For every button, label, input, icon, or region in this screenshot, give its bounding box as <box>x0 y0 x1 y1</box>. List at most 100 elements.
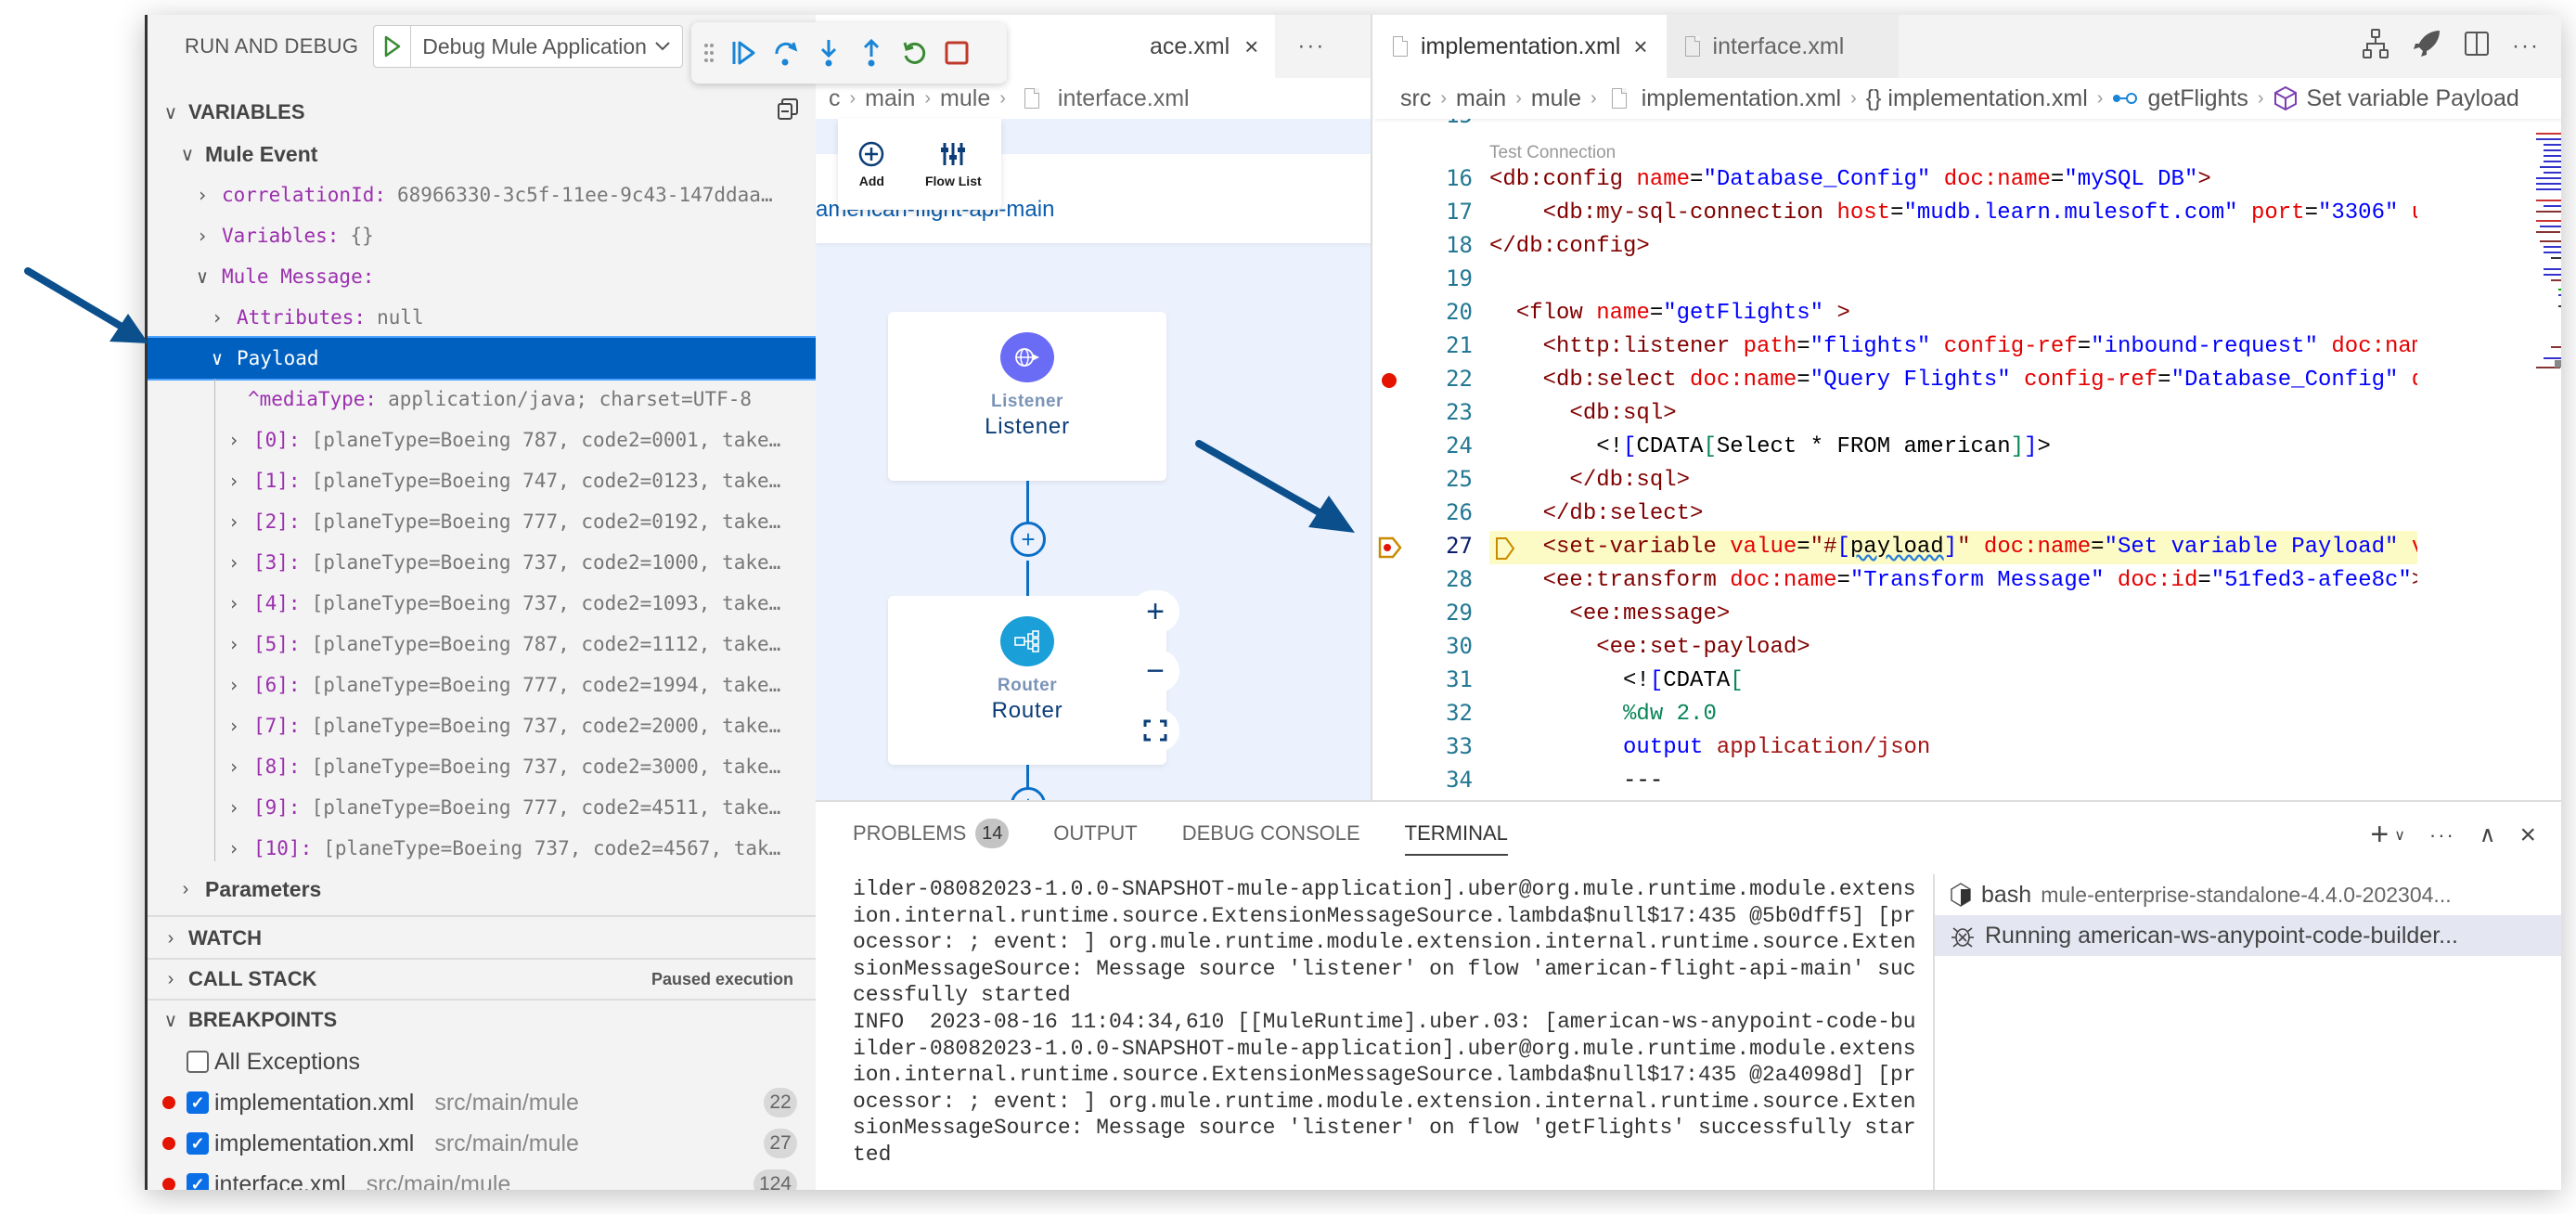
tree-parameters[interactable]: › Parameters <box>148 869 816 910</box>
play-icon[interactable] <box>374 26 412 67</box>
tree-payload-item[interactable]: › [5]: [planeType=Boeing 787, code2=1112, … <box>148 624 816 665</box>
flow-diagram-icon[interactable] <box>2362 28 2389 64</box>
code-line[interactable]: <ee:transform doc:name="Transform Messag… <box>1489 564 2417 598</box>
code-line[interactable]: </db:config> <box>1489 230 1650 264</box>
panel-tab-terminal[interactable]: TERMINAL <box>1404 802 1509 865</box>
debug-config-dropdown[interactable]: Debug Mule Application <box>411 34 682 59</box>
code-line[interactable]: <db:config name="Database_Config" doc:na… <box>1489 163 2211 197</box>
breakpoints-section-header[interactable]: ∨ BREAKPOINTS <box>148 1001 816 1040</box>
breadcrumb-item[interactable]: {} implementation.xml <box>1866 85 2088 112</box>
close-icon[interactable]: × <box>1633 32 1647 61</box>
code-line[interactable]: --- <box>1489 765 1663 798</box>
panel-tab-output[interactable]: OUTPUT <box>1053 802 1137 865</box>
all-exceptions-checkbox[interactable] <box>187 1051 209 1073</box>
tree-payload-item[interactable]: › [2]: [planeType=Boeing 777, code2=0192, … <box>148 501 816 542</box>
step-over-icon[interactable] <box>771 36 801 70</box>
terminal-item-running[interactable]: Running american-ws-anypoint-code-builde… <box>1935 915 2561 956</box>
close-icon[interactable]: × <box>1244 32 1258 61</box>
add-button[interactable]: Add <box>857 140 885 188</box>
code-line[interactable]: <db:select doc:name="Query Flights" conf… <box>1489 364 2417 397</box>
split-editor-icon[interactable] <box>2464 31 2490 61</box>
test-connection-codelens[interactable]: Test Connection <box>1489 143 1616 163</box>
debug-config-selector[interactable]: Debug Mule Application <box>373 25 683 68</box>
code-line[interactable]: <![CDATA[Select * FROM american]]> <box>1489 431 2051 464</box>
tree-payload-item[interactable]: › [8]: [planeType=Boeing 737, code2=3000, … <box>148 746 816 787</box>
breadcrumb-item[interactable]: Set variable Payload <box>2307 85 2519 112</box>
breadcrumb-item[interactable]: main <box>865 85 915 112</box>
current-breakpoint-icon[interactable] <box>1378 536 1402 563</box>
terminal-item-bash[interactable]: bash mule-enterprise-standalone-4.4.0-20… <box>1935 874 2561 915</box>
tab-implementation-xml[interactable]: implementation.xml × <box>1374 15 1667 78</box>
tree-mule-event[interactable]: ∨ Mule Event <box>148 134 816 174</box>
tree-attributes[interactable]: › Attributes: null <box>148 297 816 338</box>
maximize-panel-icon[interactable]: ∧ <box>2479 821 2496 848</box>
fit-screen-button[interactable] <box>1131 709 1179 752</box>
breadcrumb-item[interactable]: c <box>829 85 841 112</box>
panel-tab-problems[interactable]: PROBLEMS 14 <box>853 802 1010 865</box>
tab-interface-xml[interactable]: interface.xml <box>1666 15 1899 78</box>
more-actions-icon[interactable]: ··· <box>2429 823 2455 847</box>
breakpoint-checkbox[interactable]: ✓ <box>187 1132 209 1155</box>
tree-payload[interactable]: ∨ Payload <box>148 336 818 381</box>
chevron-down-icon[interactable]: ∨ <box>2394 826 2405 845</box>
breakpoint-checkbox[interactable]: ✓ <box>187 1091 209 1114</box>
tree-payload-item[interactable]: › [1]: [planeType=Boeing 747, code2=0123, … <box>148 460 816 501</box>
zoom-out-button[interactable]: − <box>1131 650 1179 692</box>
breakpoint-all-exceptions[interactable]: All Exceptions <box>148 1041 816 1082</box>
terminal-output[interactable]: ilder-08082023-1.0.0-SNAPSHOT-mule-appli… <box>853 876 1916 1190</box>
minimap[interactable] <box>2532 130 2561 371</box>
tree-payload-item[interactable]: › [9]: [planeType=Boeing 777, code2=4511, … <box>148 787 816 828</box>
call-stack-section-header[interactable]: › CALL STACK Paused execution <box>148 960 816 999</box>
gripper-icon[interactable] <box>702 36 715 70</box>
breadcrumb-item[interactable]: interface.xml <box>1058 85 1190 112</box>
watch-section-header[interactable]: › WATCH <box>148 919 816 958</box>
code-line[interactable]: output application/json <box>1489 731 1930 765</box>
code-line[interactable]: %dw 2.0 <box>1489 698 1717 731</box>
code-line[interactable]: </db:select> <box>1489 497 1704 531</box>
flow-node-router[interactable]: Router Router <box>888 596 1166 765</box>
collapse-all-icon[interactable] <box>777 97 799 127</box>
code-line[interactable]: <ee:set-payload> <box>1489 631 1810 665</box>
code-line[interactable]: <flow name="getFlights" > <box>1489 297 1850 330</box>
tree-payload-item[interactable]: › [6]: [planeType=Boeing 777, code2=1994, … <box>148 665 816 705</box>
breadcrumb-item[interactable]: getFlights <box>2147 85 2248 112</box>
tree-payload-item[interactable]: › [10]: [planeType=Boeing 737, code2=4567,… <box>148 828 816 869</box>
breadcrumb-item[interactable]: mule <box>1531 85 1581 112</box>
breadcrumb-item[interactable]: main <box>1456 85 1506 112</box>
new-terminal-icon[interactable]: + <box>2370 817 2389 853</box>
more-actions-icon[interactable]: ··· <box>2512 33 2540 59</box>
breadcrumb-item[interactable]: mule <box>940 85 990 112</box>
breakpoint-checkbox[interactable]: ✓ <box>187 1173 209 1190</box>
panel-tab-debug-console[interactable]: DEBUG CONSOLE <box>1182 802 1360 865</box>
flow-list-button[interactable]: Flow List <box>925 140 982 188</box>
code-line[interactable]: <![CDATA[ <box>1489 665 1744 698</box>
tree-correlation-id[interactable]: › correlationId: 68966330-3c5f-11ee-9c43… <box>148 174 816 215</box>
tree-mule-message[interactable]: ∨ Mule Message: <box>148 256 816 297</box>
breakpoint-dot-icon[interactable] <box>1382 373 1397 388</box>
restart-icon[interactable] <box>899 36 929 70</box>
tree-variables[interactable]: › Variables: {} <box>148 215 816 256</box>
breakpoint-item[interactable]: ✓ interface.xml src/main/mule 124 <box>148 1164 816 1190</box>
code-line[interactable]: <ee:message> <box>1489 598 1730 631</box>
close-panel-icon[interactable]: × <box>2519 820 2536 851</box>
code-line[interactable]: <set-variable value="#[payload]" doc:nam… <box>1489 531 2417 564</box>
flow-node-listener[interactable]: Listener Listener <box>888 312 1166 481</box>
stop-icon[interactable] <box>942 36 972 70</box>
step-out-icon[interactable] <box>857 36 886 70</box>
step-into-icon[interactable] <box>814 36 844 70</box>
code-line[interactable]: <http:listener path="flights" config-ref… <box>1489 330 2417 364</box>
code-line[interactable]: <db:my-sql-connection host="mudb.learn.m… <box>1489 197 2417 230</box>
tree-payload-item[interactable]: › [7]: [planeType=Boeing 737, code2=2000, … <box>148 705 816 746</box>
continue-icon[interactable] <box>728 36 758 70</box>
tree-payload-item[interactable]: › [3]: [planeType=Boeing 737, code2=1000, … <box>148 542 816 583</box>
deploy-rocket-icon[interactable] <box>2412 29 2441 63</box>
code-line[interactable]: <db:sql> <box>1489 397 1676 431</box>
code-area[interactable]: Test Connection <db:config name="Databas… <box>1489 119 2417 800</box>
code-line[interactable]: </db:sql> <box>1489 464 1690 497</box>
zoom-in-button[interactable]: + <box>1131 590 1179 633</box>
tree-payload-item[interactable]: › [4]: [planeType=Boeing 737, code2=1093, … <box>148 583 816 624</box>
scrollbar-thumb[interactable] <box>2555 360 2561 368</box>
add-step-button[interactable]: + <box>1011 522 1046 557</box>
variables-section-header[interactable]: ∨ VARIABLES <box>148 93 816 132</box>
breakpoint-item[interactable]: ✓ implementation.xml src/main/mule 27 <box>148 1123 816 1164</box>
